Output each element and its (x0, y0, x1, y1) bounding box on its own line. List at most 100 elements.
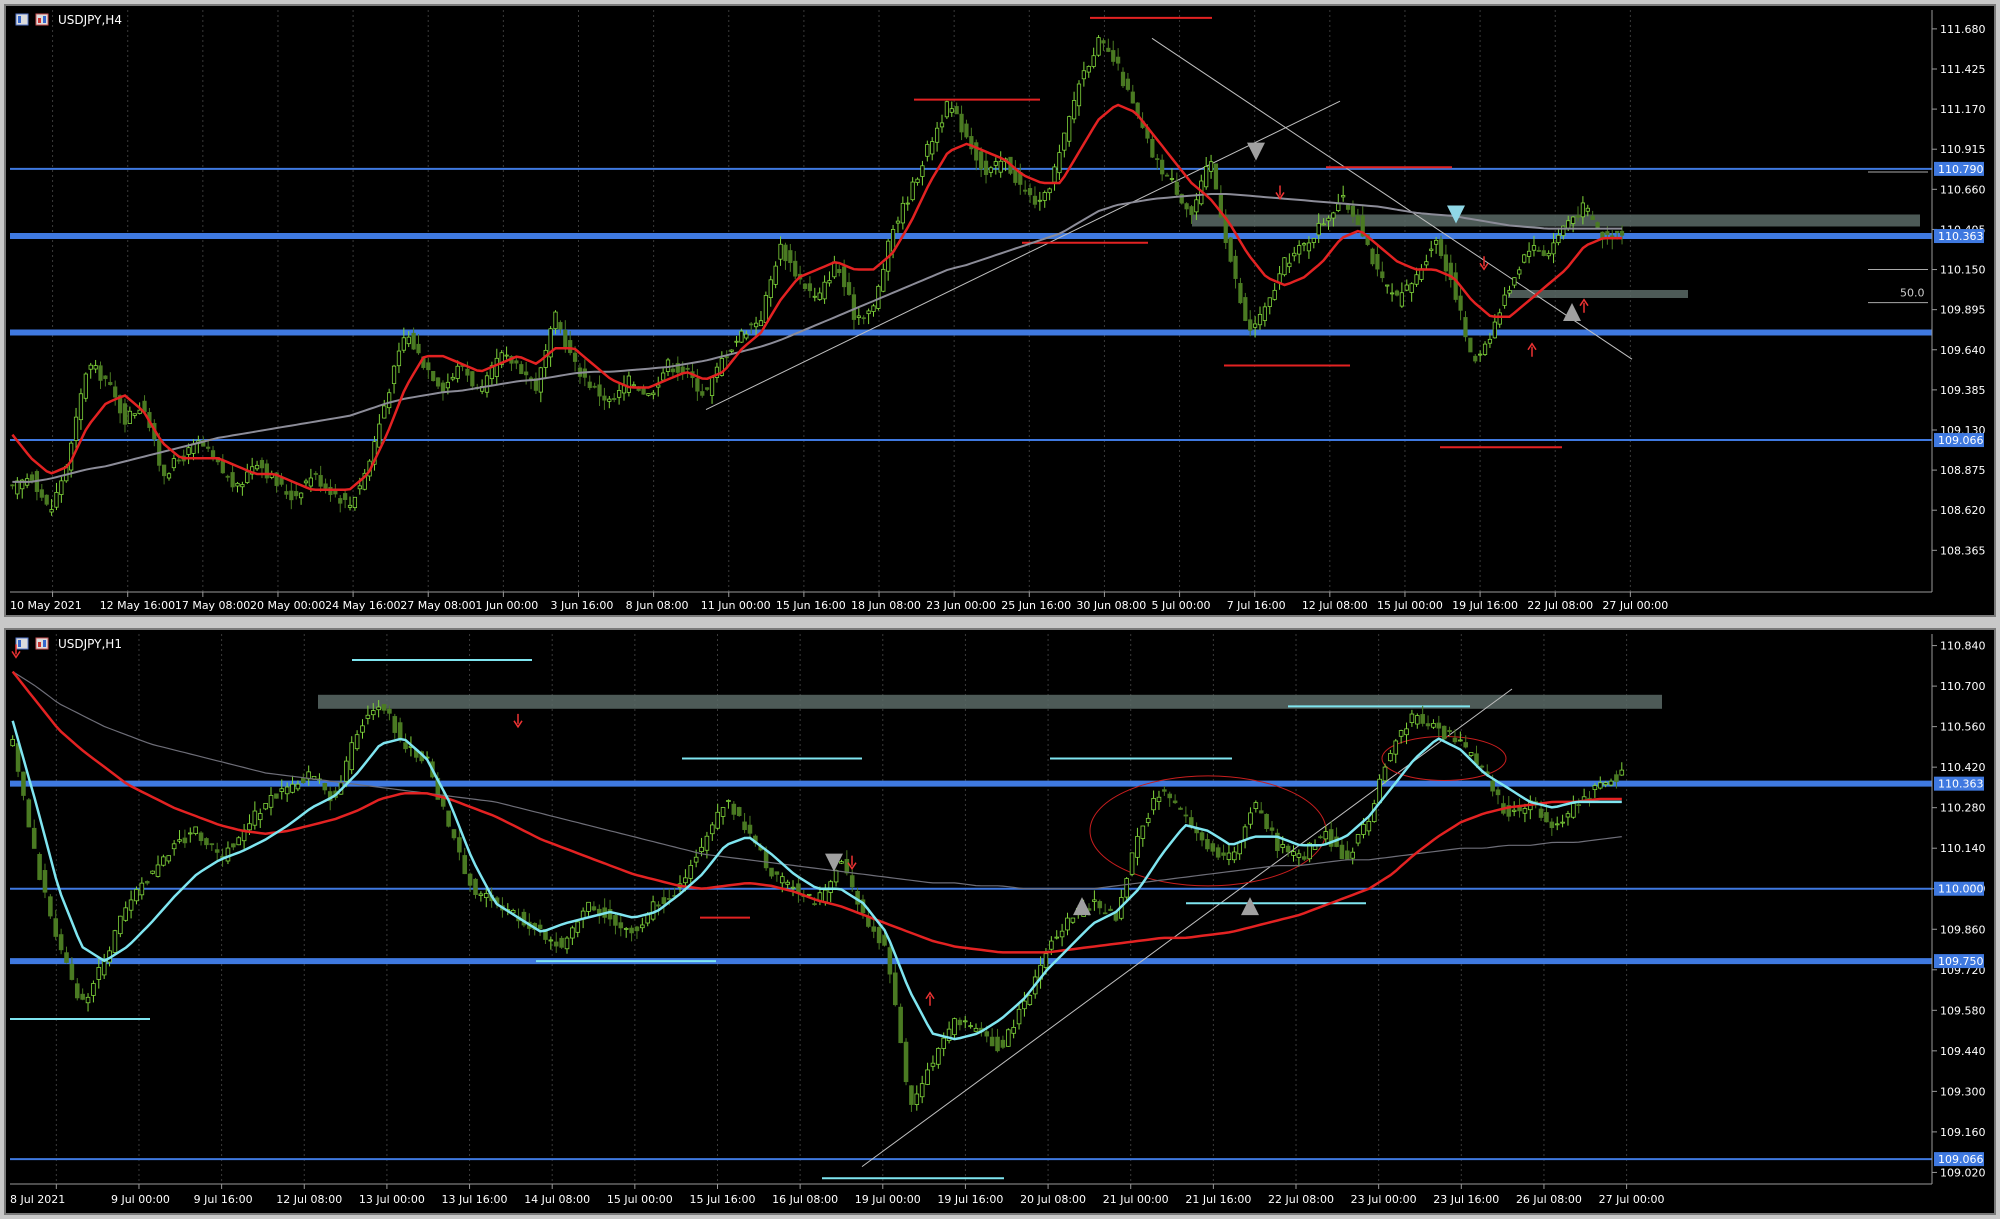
time-tick-label: 8 Jul 2021 (10, 1193, 65, 1206)
time-tick-label: 19 Jul 16:00 (1452, 599, 1518, 612)
candle-body (1316, 223, 1321, 236)
candle-body (995, 1036, 1000, 1052)
candle-body (204, 838, 209, 846)
candle-body (349, 742, 355, 771)
candle-body (1057, 152, 1062, 174)
candle-body (892, 972, 898, 1006)
candle-body (1468, 337, 1473, 353)
candle-body (231, 843, 236, 848)
candle-body (650, 901, 656, 920)
candle-body (1355, 215, 1360, 226)
candle-body (881, 268, 886, 292)
candle-body (1296, 853, 1302, 858)
candle-body (564, 937, 570, 950)
candle-body (1129, 852, 1135, 875)
candle-body (1059, 930, 1065, 938)
candle-body (166, 473, 172, 479)
time-tick-label: 9 Jul 16:00 (194, 1193, 253, 1206)
candle-body (774, 871, 780, 875)
candle-body (1436, 722, 1442, 729)
candle-body (812, 295, 817, 298)
candle-body (1560, 821, 1565, 824)
candle-body (700, 391, 705, 396)
candle-body (10, 484, 15, 487)
candle-body (1140, 825, 1146, 839)
candle-body (822, 281, 827, 300)
candle-body (1393, 740, 1399, 755)
candle-body (387, 708, 392, 714)
candle-body (1174, 181, 1179, 195)
candle-body (688, 865, 694, 879)
candle-body (1541, 250, 1546, 256)
candle-body (1398, 730, 1404, 737)
candle-body (59, 480, 64, 495)
candle-body (431, 370, 436, 382)
candle-body (553, 311, 558, 330)
candle-body (1339, 844, 1345, 860)
candle-body (871, 926, 877, 932)
candle-body (623, 928, 629, 930)
candle-body (1130, 91, 1135, 104)
candle-body (465, 368, 470, 376)
candle-body (1027, 188, 1033, 196)
candle-body (1463, 742, 1469, 748)
candle-body (352, 496, 358, 509)
candle-body (295, 783, 301, 790)
candle-body (618, 922, 624, 929)
candle-body (709, 377, 715, 396)
candle-body (303, 480, 309, 484)
candle-body (640, 924, 645, 929)
window-icon (15, 13, 29, 26)
candle-body (308, 477, 313, 487)
candle-body (915, 178, 920, 183)
candle-body (54, 492, 59, 508)
candle-body (626, 375, 631, 393)
candle-body (683, 877, 688, 884)
price-tick-label: 110.915 (1940, 143, 1986, 156)
candle-body (1538, 808, 1544, 818)
time-tick-label: 13 Jul 00:00 (359, 1193, 425, 1206)
price-tick-label: 110.140 (1940, 842, 1986, 855)
price-level-badge-label: 110.363 (1938, 230, 1984, 243)
candle-body (1297, 245, 1302, 255)
candle-body (559, 937, 564, 948)
candle-body (802, 283, 808, 289)
candle-body (1228, 237, 1233, 262)
candle-body (783, 244, 788, 262)
candle-body (1023, 189, 1028, 192)
candle-body (484, 375, 490, 393)
candle-body (680, 366, 685, 373)
candle-body (753, 322, 759, 328)
price-tick-label: 110.150 (1940, 264, 1986, 277)
candle-body (548, 939, 554, 942)
candle-body (651, 392, 656, 396)
candle-body (403, 742, 408, 750)
candle-body (462, 855, 468, 875)
candle-body (1199, 832, 1205, 841)
candle-body (344, 760, 349, 782)
price-tick-label: 110.840 (1940, 640, 1986, 653)
candle-body (905, 202, 910, 205)
h4-symbol-label: USDJPY,H4 (58, 13, 122, 27)
candle-body (1592, 785, 1598, 790)
candle-body (866, 310, 871, 315)
candle-body (1232, 851, 1237, 861)
candle-body (122, 403, 128, 425)
candle-body (1096, 37, 1101, 56)
candle-body (871, 305, 876, 312)
candle-body (646, 393, 651, 396)
candle-body (1135, 836, 1140, 858)
candle-body (1615, 230, 1620, 233)
candle-body (519, 364, 524, 375)
candle-body (900, 202, 905, 224)
price-tick-label: 109.895 (1940, 304, 1986, 317)
candle-body (788, 250, 793, 264)
candle-body (1252, 323, 1258, 328)
candle-body (49, 509, 54, 513)
candle-body (1458, 739, 1463, 742)
candle-body (699, 846, 704, 853)
resistance-zone[interactable] (1192, 214, 1920, 227)
chart-icon (35, 13, 49, 26)
candle-body (558, 322, 563, 330)
candle-body (1162, 789, 1167, 792)
